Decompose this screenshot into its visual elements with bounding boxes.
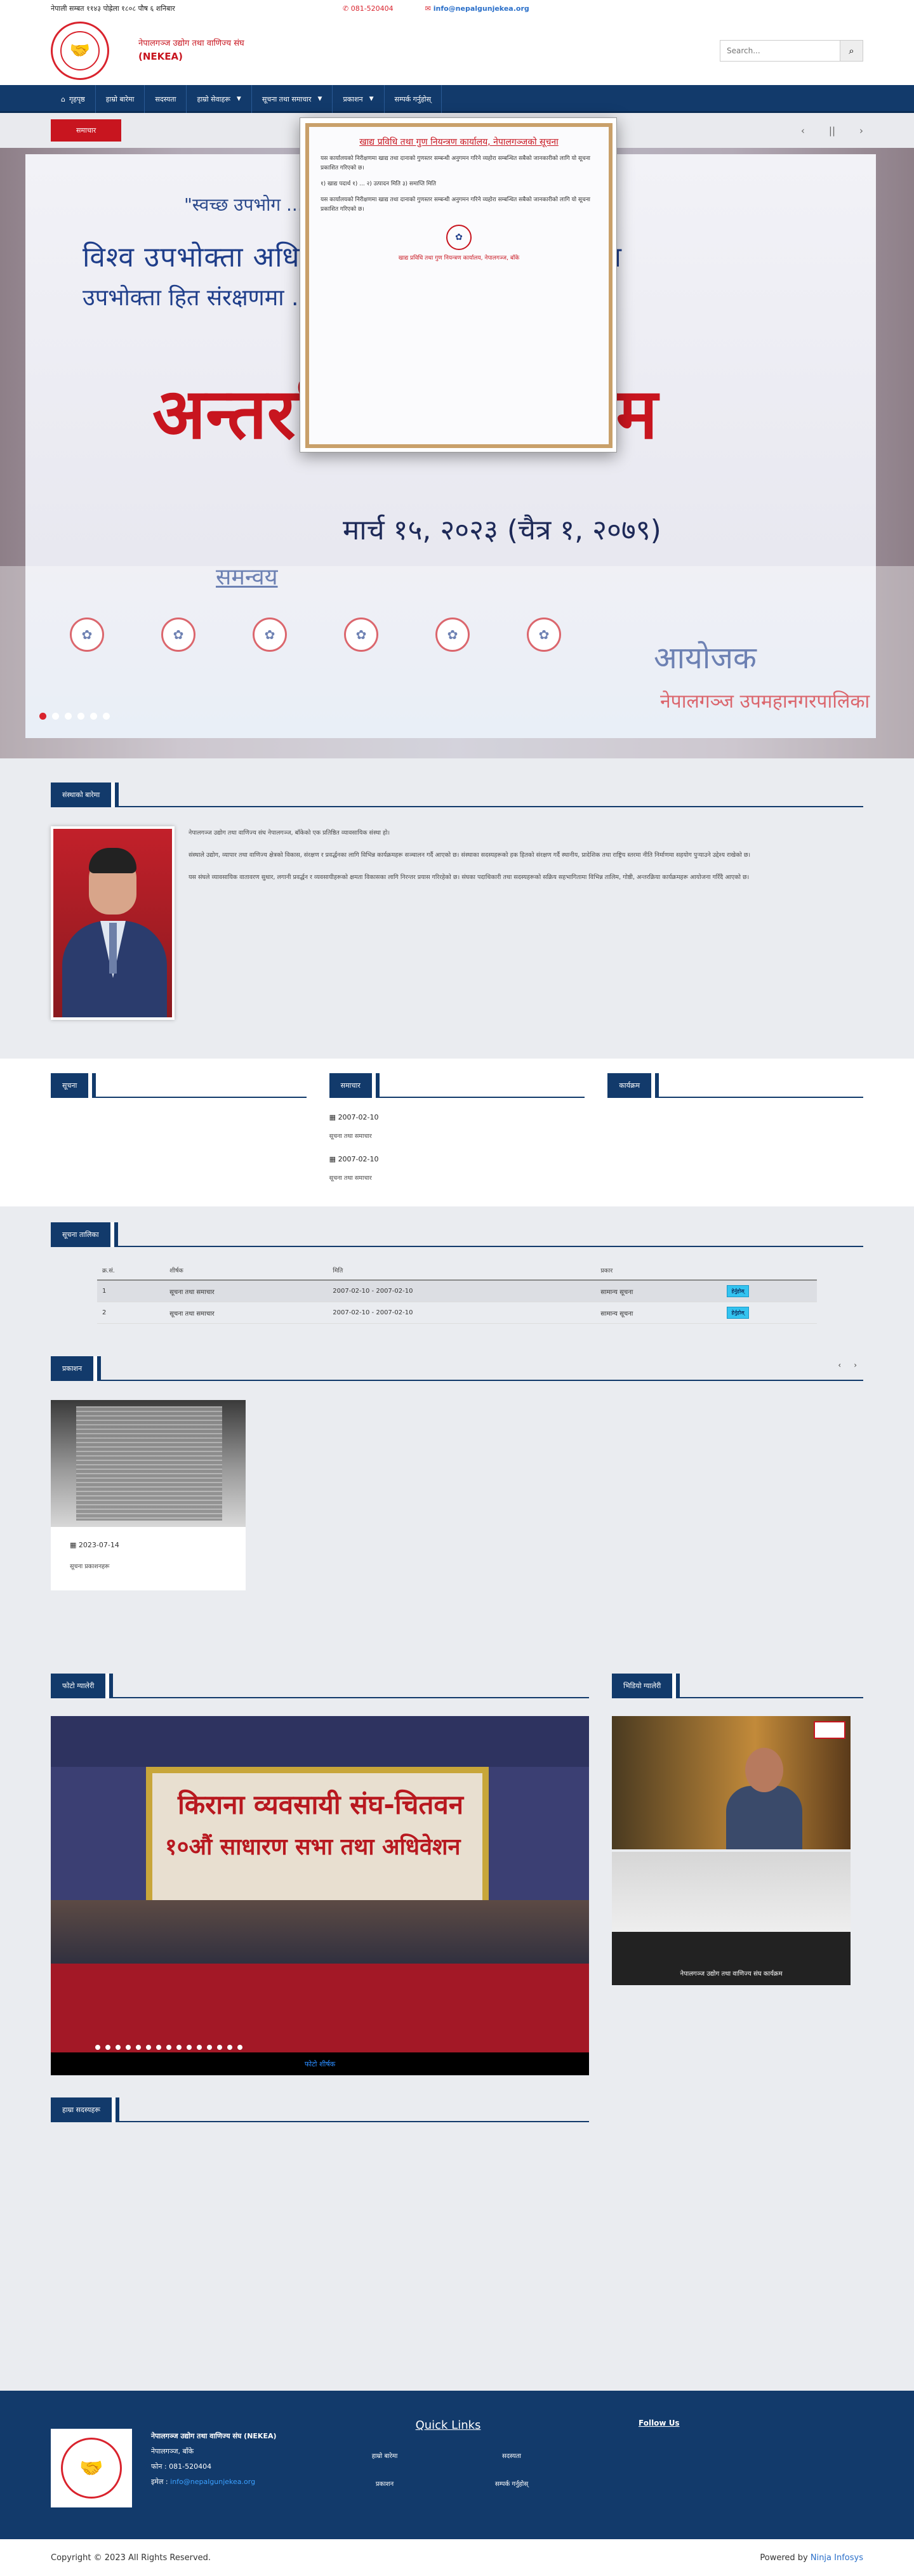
slider-dot[interactable] bbox=[90, 713, 97, 720]
about-section: संस्थाको बारेमा नेपालगञ्ज उद्योग तथा वाण… bbox=[0, 758, 914, 1059]
search-input[interactable] bbox=[720, 40, 840, 62]
notice-popup: ✕ खाद्य प्रविधि तथा गुण नियन्त्रण कार्या… bbox=[300, 117, 617, 452]
quick-links: Quick Links हाम्रो बारेमा सदस्यता प्रकाश… bbox=[321, 2419, 575, 2507]
prev-arrow-icon[interactable]: ‹ bbox=[838, 1361, 841, 1370]
nav-item-about[interactable]: हाम्रो बारेमा bbox=[96, 85, 145, 113]
site-header: 🤝 नेपालगञ्ज उद्योग तथा वाणिज्य संघ (NEKE… bbox=[0, 17, 914, 85]
search-button[interactable]: ⌕ bbox=[840, 40, 863, 62]
view-button[interactable]: हेर्नुहोस् bbox=[727, 1285, 749, 1297]
search-form: ⌕ bbox=[720, 40, 863, 62]
nav-item-services[interactable]: हाम्रो सेवाहरू ▼ bbox=[187, 85, 252, 113]
slider-dot[interactable] bbox=[52, 713, 59, 720]
main-navigation: ⌂ गृहपृष्ठ हाम्रो बारेमा सदस्यता हाम्रो स… bbox=[0, 85, 914, 113]
mail-icon: ✉ bbox=[425, 4, 434, 13]
list-item[interactable]: 2007-02-10 सूचना तथा समाचार bbox=[329, 1113, 585, 1140]
gallery-section: फोटो ग्यालेरी किराना व्यवसायी संघ-चितवन … bbox=[0, 1649, 914, 2439]
next-arrow-icon[interactable]: › bbox=[859, 125, 863, 136]
footer-link[interactable]: प्रकाशन bbox=[321, 2479, 448, 2488]
nepali-date: नेपाली सम्बत ११४३ पोह्रेला १८०८ पौष ६ शन… bbox=[51, 4, 175, 13]
slider-dots bbox=[39, 713, 110, 720]
tables-section: सूचना तालिका क्र.सं. शीर्षक मिति प्रकार … bbox=[0, 1206, 914, 1649]
nav-item-contact[interactable]: सम्पर्क गर्नुहोस् bbox=[385, 85, 442, 113]
slider-dot[interactable] bbox=[65, 713, 72, 720]
view-button[interactable]: हेर्नुहोस् bbox=[727, 1307, 749, 1319]
publication-thumbnail bbox=[51, 1400, 246, 1527]
footer-link[interactable]: सम्पर्क गर्नुहोस् bbox=[448, 2479, 575, 2488]
ticker-controls: ‹ || › bbox=[801, 125, 863, 136]
prev-arrow-icon[interactable]: ‹ bbox=[801, 125, 805, 136]
email-link[interactable]: ✉ info@nepalgunjekea.org bbox=[425, 4, 529, 13]
notice-column: सूचना bbox=[51, 1073, 307, 1182]
phone-number[interactable]: ✆ 081-520404 bbox=[343, 4, 394, 13]
nav-item-home[interactable]: ⌂ गृहपृष्ठ bbox=[51, 85, 96, 113]
developer-link[interactable]: Ninja Infosys bbox=[811, 2553, 863, 2563]
photo-caption: फोटो शीर्षक bbox=[51, 2052, 589, 2075]
footer-logo: 🤝 bbox=[51, 2429, 132, 2507]
pause-icon[interactable]: || bbox=[829, 125, 835, 136]
video-thumbnail[interactable] bbox=[612, 1716, 851, 1849]
slider-dot[interactable] bbox=[77, 713, 84, 720]
next-arrow-icon[interactable]: › bbox=[854, 1361, 857, 1370]
table-row: 1 सूचना तथा समाचार 2007-02-10 - 2007-02-… bbox=[97, 1280, 817, 1302]
notice-image: खाद्य प्रविधि तथा गुण नियन्त्रण कार्यालय… bbox=[305, 123, 613, 448]
notices-section: सूचना समाचार 2007-02-10 सूचना तथा समाचार… bbox=[0, 1059, 914, 1206]
news-column: समाचार 2007-02-10 सूचना तथा समाचार 2007-… bbox=[329, 1073, 585, 1182]
site-logo[interactable]: 🤝 bbox=[51, 22, 109, 80]
chevron-down-icon: ▼ bbox=[369, 96, 374, 102]
chevron-down-icon: ▼ bbox=[236, 96, 241, 102]
footer-link[interactable]: सदस्यता bbox=[448, 2451, 575, 2460]
footer-email-link[interactable]: info@nepalgunjekea.org bbox=[170, 2478, 255, 2486]
handshake-icon: 🤝 bbox=[60, 31, 100, 70]
gallery-dots bbox=[95, 2045, 242, 2050]
table-row: 2 सूचना तथा समाचार 2007-02-10 - 2007-02-… bbox=[97, 1302, 817, 1324]
footer-contact: नेपालगञ्ज उद्योग तथा वाणिज्य संघ (NEKEA)… bbox=[151, 2432, 277, 2486]
handshake-icon: 🤝 bbox=[61, 2438, 122, 2499]
notice-table: क्र.सं. शीर्षक मिति प्रकार 1 सूचना तथा स… bbox=[97, 1261, 817, 1324]
top-bar: नेपाली सम्बत ११४३ पोह्रेला १८०८ पौष ६ शन… bbox=[0, 0, 914, 17]
nav-item-news[interactable]: सूचना तथा समाचार ▼ bbox=[252, 85, 333, 113]
ticker-label: समाचार bbox=[51, 119, 122, 142]
video-thumbnail[interactable]: नेपालगञ्ज उद्योग तथा वाणिज्य संघ कार्यक्… bbox=[612, 1852, 851, 1985]
about-text: नेपालगञ्ज उद्योग तथा वाणिज्य संघ नेपालगञ… bbox=[189, 829, 751, 881]
chevron-down-icon: ▼ bbox=[317, 96, 322, 102]
publications-header: प्रकाशन ‹ › bbox=[51, 1356, 863, 1381]
organization-name: नेपालगञ्ज उद्योग तथा वाणिज्य संघ (NEKEA) bbox=[138, 39, 244, 62]
footer-link[interactable]: हाम्रो बारेमा bbox=[321, 2451, 448, 2460]
home-icon: ⌂ bbox=[61, 95, 65, 103]
section-title: संस्थाको बारेमा bbox=[51, 783, 116, 807]
nav-item-publications[interactable]: प्रकाशन ▼ bbox=[333, 85, 385, 113]
government-emblem-icon: ✿ bbox=[446, 225, 472, 250]
nav-item-membership[interactable]: सदस्यता bbox=[145, 85, 187, 113]
follow-us-title: Follow Us bbox=[639, 2419, 680, 2427]
president-photo bbox=[51, 826, 175, 1020]
site-footer: 🤝 नेपालगञ्ज उद्योग तथा वाणिज्य संघ (NEKE… bbox=[0, 2391, 914, 2539]
slider-dot[interactable] bbox=[103, 713, 110, 720]
slider-dot[interactable] bbox=[39, 713, 46, 720]
phone-icon: ✆ bbox=[343, 4, 351, 13]
copyright-bar: Copyright © 2023 All Rights Reserved. Po… bbox=[0, 2539, 914, 2576]
events-column: कार्यक्रम bbox=[607, 1073, 864, 1182]
publication-card[interactable]: 2023-07-14 सूचना प्रकाशनहरू bbox=[51, 1400, 246, 1590]
list-item[interactable]: 2007-02-10 सूचना तथा समाचार bbox=[329, 1155, 585, 1182]
search-icon: ⌕ bbox=[849, 45, 854, 56]
gallery-photo[interactable]: किराना व्यवसायी संघ-चितवन १०औं साधारण सभ… bbox=[51, 1716, 589, 2075]
